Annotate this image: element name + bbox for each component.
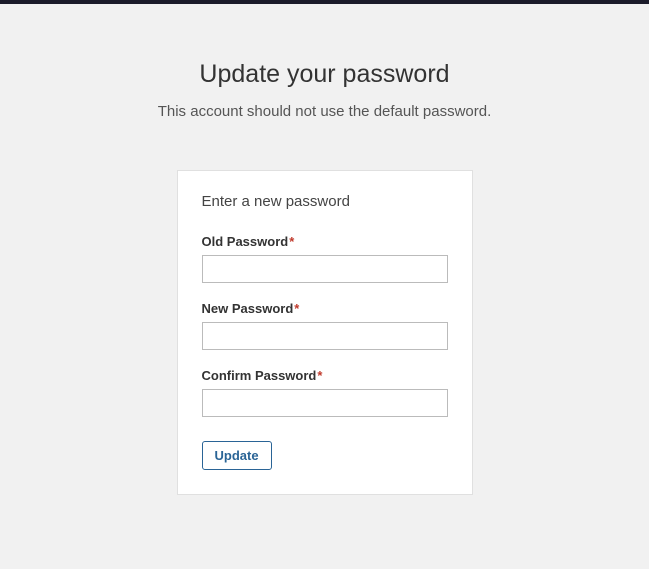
confirm-password-label-text: Confirm Password <box>202 368 317 383</box>
old-password-input[interactable] <box>202 255 448 283</box>
new-password-label-text: New Password <box>202 301 294 316</box>
form-group-confirm-password: Confirm Password* <box>202 368 448 417</box>
form-group-new-password: New Password* <box>202 301 448 350</box>
old-password-label-text: Old Password <box>202 234 289 249</box>
required-asterisk: * <box>289 234 294 249</box>
confirm-password-input[interactable] <box>202 389 448 417</box>
password-form-card: Enter a new password Old Password* New P… <box>177 170 473 495</box>
required-asterisk: * <box>317 368 322 383</box>
required-asterisk: * <box>294 301 299 316</box>
page-title: Update your password <box>0 60 649 89</box>
form-heading: Enter a new password <box>202 193 448 210</box>
new-password-input[interactable] <box>202 322 448 350</box>
new-password-label: New Password* <box>202 301 448 316</box>
form-group-old-password: Old Password* <box>202 234 448 283</box>
old-password-label: Old Password* <box>202 234 448 249</box>
confirm-password-label: Confirm Password* <box>202 368 448 383</box>
update-button[interactable]: Update <box>202 441 272 470</box>
page-subtitle: This account should not use the default … <box>0 103 649 120</box>
page-container: Update your password This account should… <box>0 4 649 495</box>
